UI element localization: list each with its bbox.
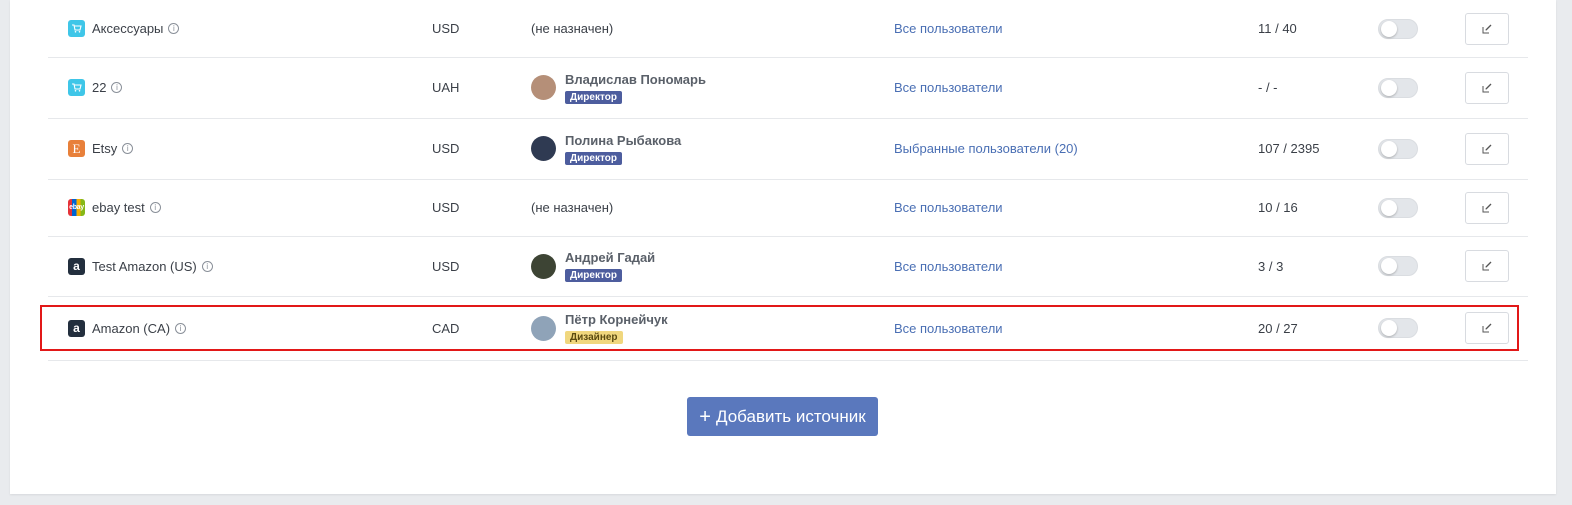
responsible-unassigned: (не назначен) xyxy=(531,200,614,215)
sources-panel: Аксессуары i USD (не назначен) Все польз… xyxy=(10,0,1556,494)
source-name-cell[interactable]: Аксессуары i xyxy=(68,0,180,57)
avatar xyxy=(531,315,556,341)
currency: USD xyxy=(432,21,460,36)
responsible-person: Андрей Гадай Директор xyxy=(531,236,655,296)
info-icon[interactable]: i xyxy=(175,322,187,334)
toggle-knob xyxy=(1381,199,1397,216)
currency: USD xyxy=(432,200,460,215)
info-icon[interactable]: i xyxy=(111,82,123,93)
etsy-icon: E xyxy=(68,140,85,157)
toggle-knob xyxy=(1381,79,1397,96)
role-badge: Директор xyxy=(565,90,622,104)
add-source-button[interactable]: + Добавить источник xyxy=(687,397,878,436)
source-name: Amazon (CA) xyxy=(92,320,171,336)
person-name: Пётр Корнейчук xyxy=(565,312,668,327)
access-link[interactable]: Все пользователи xyxy=(894,296,1003,360)
responsible-unassigned: (не назначен) xyxy=(531,21,614,36)
edit-button[interactable] xyxy=(1465,12,1509,45)
cart-icon xyxy=(68,20,85,37)
amazon-icon: a xyxy=(68,257,85,275)
table-row: a Amazon (CA) i CAD Пётр Корнейчук Дизай… xyxy=(48,296,1528,361)
responsible-person: Полина Рыбакова Директор xyxy=(531,118,681,179)
edit-icon xyxy=(1482,323,1492,333)
toggle-knob xyxy=(1381,320,1397,336)
access-link[interactable]: Все пользователи xyxy=(894,236,1003,296)
source-name-cell[interactable]: E Etsy i xyxy=(68,118,134,179)
cart-icon xyxy=(68,79,85,96)
amazon-icon: a xyxy=(68,319,85,337)
currency: CAD xyxy=(432,320,460,336)
person-name: Владислав Пономарь xyxy=(565,71,706,87)
info-icon[interactable]: i xyxy=(149,202,161,213)
info-icon[interactable]: i xyxy=(201,260,213,272)
access-link[interactable]: Все пользователи xyxy=(894,0,1003,57)
count: 10 / 16 xyxy=(1258,200,1298,215)
edit-button[interactable] xyxy=(1465,132,1509,165)
currency: UAH xyxy=(432,80,460,95)
table-row: E Etsy i USD Полина Рыбакова Директор Вы… xyxy=(48,118,1528,180)
table-row: a Test Amazon (US) i USD Андрей Гадай Ди… xyxy=(48,236,1528,297)
role-badge: Дизайнер xyxy=(565,331,623,344)
role-badge: Директор xyxy=(565,269,622,282)
source-name-cell[interactable]: a Amazon (CA) i xyxy=(68,296,187,360)
avatar xyxy=(531,75,556,100)
person-name: Полина Рыбакова xyxy=(565,132,682,148)
source-name: Аксессуары xyxy=(92,21,164,36)
source-name: Test Amazon (US) xyxy=(92,258,197,274)
toggle-knob xyxy=(1381,140,1397,157)
source-name-cell[interactable]: a Test Amazon (US) i xyxy=(68,236,213,296)
table-row: Аксессуары i USD (не назначен) Все польз… xyxy=(48,0,1528,58)
active-toggle[interactable] xyxy=(1378,318,1418,338)
plus-icon: + xyxy=(699,405,711,428)
source-name: Etsy xyxy=(92,141,118,156)
active-toggle[interactable] xyxy=(1378,256,1418,276)
source-name: 22 xyxy=(92,80,107,95)
edit-button[interactable] xyxy=(1465,191,1509,224)
edit-icon xyxy=(1482,83,1492,92)
count: 20 / 27 xyxy=(1258,320,1298,336)
responsible-person: Владислав Пономарь Директор xyxy=(531,57,706,118)
count: 11 / 40 xyxy=(1258,21,1297,36)
active-toggle[interactable] xyxy=(1378,138,1418,159)
toggle-knob xyxy=(1381,258,1397,274)
edit-button[interactable] xyxy=(1465,71,1509,104)
count: - / - xyxy=(1258,80,1278,95)
count: 3 / 3 xyxy=(1258,258,1284,274)
edit-button[interactable] xyxy=(1465,250,1509,282)
responsible-person: Пётр Корнейчук Дизайнер xyxy=(531,296,668,360)
count: 107 / 2395 xyxy=(1258,141,1320,156)
active-toggle[interactable] xyxy=(1378,18,1418,39)
table-row: ebay ebay test i USD (не назначен) Все п… xyxy=(48,179,1528,237)
access-link[interactable]: Выбранные пользователи (20) xyxy=(894,118,1078,179)
active-toggle[interactable] xyxy=(1378,197,1418,218)
add-source-label: Добавить источник xyxy=(715,406,866,426)
edit-icon xyxy=(1482,261,1492,271)
source-name-cell[interactable]: ebay ebay test i xyxy=(68,179,161,236)
role-badge: Директор xyxy=(565,151,622,165)
access-link[interactable]: Все пользователи xyxy=(894,179,1003,236)
toggle-knob xyxy=(1381,20,1397,37)
edit-icon xyxy=(1482,203,1492,212)
avatar xyxy=(531,253,556,279)
table-row: 22 i UAH Владислав Пономарь Директор Все… xyxy=(48,57,1528,119)
avatar xyxy=(531,136,556,161)
edit-button[interactable] xyxy=(1465,312,1509,344)
edit-icon xyxy=(1482,24,1492,33)
source-name: ebay test xyxy=(92,200,145,215)
currency: USD xyxy=(432,258,460,274)
active-toggle[interactable] xyxy=(1378,77,1418,98)
ebay-icon: ebay xyxy=(68,199,85,216)
info-icon[interactable]: i xyxy=(168,23,180,34)
access-link[interactable]: Все пользователи xyxy=(894,57,1003,118)
person-name: Андрей Гадай xyxy=(565,250,656,265)
edit-icon xyxy=(1482,144,1492,153)
currency: USD xyxy=(432,141,460,156)
source-name-cell[interactable]: 22 i xyxy=(68,57,123,118)
info-icon[interactable]: i xyxy=(122,143,134,154)
